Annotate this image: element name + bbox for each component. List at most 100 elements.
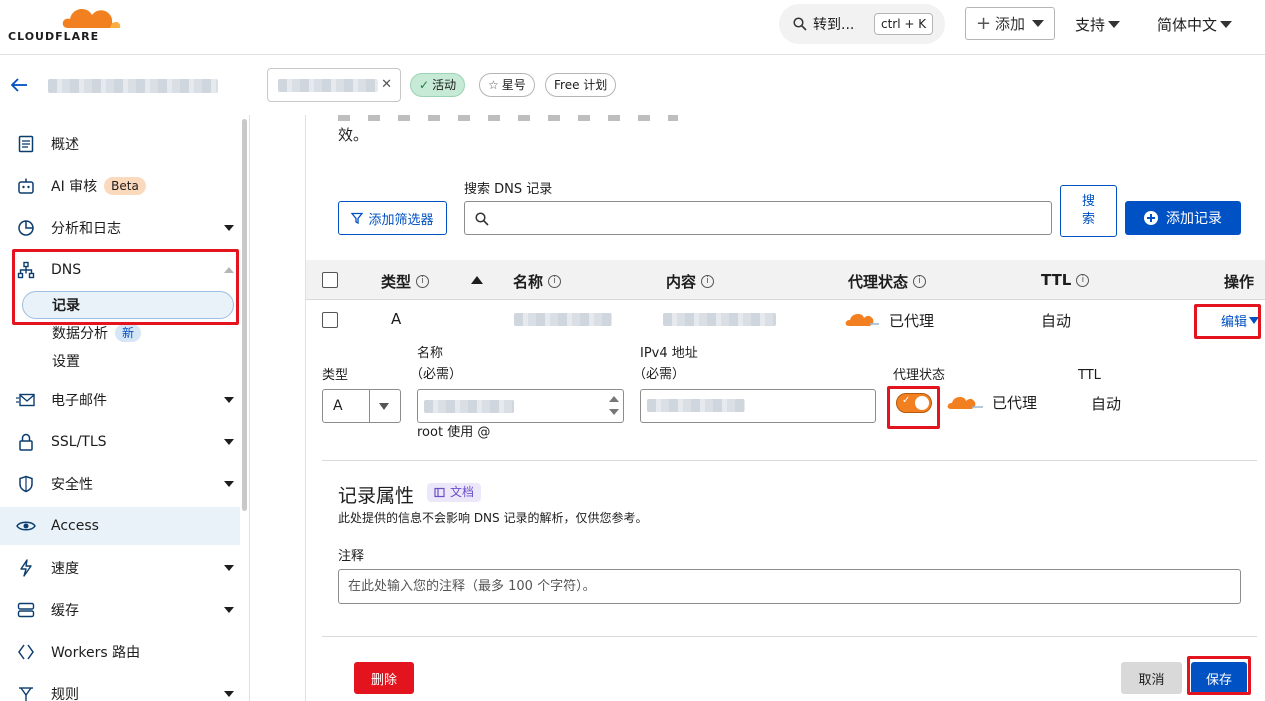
dns-search-input[interactable] — [464, 201, 1052, 235]
dns-table-header: 类型 i 名称 i 内容 i 代理状态 i TTL i 操作 — [306, 260, 1265, 300]
ipv4-required: （必需） — [633, 367, 686, 382]
chevron-down-icon — [224, 565, 234, 571]
type-select[interactable]: A — [322, 389, 401, 423]
chevron-down-icon — [224, 397, 234, 403]
workers-icon — [16, 642, 36, 662]
save-button[interactable]: 保存 — [1191, 662, 1247, 694]
sidebar-item-speed[interactable]: 速度 — [0, 549, 240, 587]
sidebar-scrollbar[interactable] — [242, 119, 247, 511]
chevron-down-icon — [224, 607, 234, 613]
col-name[interactable]: 名称 i — [513, 271, 562, 292]
sidebar-item-rules[interactable]: 规则 — [0, 675, 240, 701]
rules-icon — [16, 684, 36, 701]
sidebar-subitem-records[interactable]: 记录 — [22, 291, 234, 319]
zone-selector[interactable]: ✕ — [267, 68, 401, 102]
cancel-button[interactable]: 取消 — [1121, 662, 1182, 694]
lock-icon — [16, 432, 36, 452]
add-filter-button[interactable]: 添加筛选器 — [338, 201, 447, 235]
name-input[interactable] — [417, 389, 624, 423]
search-button[interactable]: 搜索 — [1060, 185, 1117, 237]
row-checkbox[interactable] — [322, 312, 338, 328]
add-dropdown-button[interactable]: + 添加 — [965, 7, 1055, 40]
record-attributes-description: 此处提供的信息不会影响 DNS 记录的解析，仅供您参考。 — [338, 511, 648, 525]
sidebar-item-label: 电子邮件 — [51, 393, 107, 409]
sidebar-item-label: 缓存 — [51, 603, 79, 619]
add-record-button[interactable]: 添加记录 — [1125, 201, 1241, 235]
sort-ascending-icon[interactable] — [471, 276, 483, 284]
star-button[interactable]: ☆ 星号 — [479, 73, 535, 97]
type-select-value: A — [333, 398, 343, 414]
row-ttl: 自动 — [1041, 312, 1072, 330]
chevron-down-icon — [224, 225, 234, 231]
search-icon — [475, 212, 489, 226]
sidebar-subitem-analytics[interactable]: 数据分析 新 — [22, 319, 234, 347]
info-icon[interactable]: i — [416, 275, 430, 288]
sidebar-item-label: 规则 — [51, 687, 79, 701]
select-all-checkbox[interactable] — [322, 272, 338, 288]
sidebar-item-workers-routes[interactable]: Workers 路由 — [0, 633, 240, 671]
spinner-arrows-icon[interactable] — [609, 394, 619, 418]
sidebar-item-overview[interactable]: 概述 — [0, 125, 240, 163]
info-icon[interactable]: i — [1076, 273, 1090, 287]
sidebar-item-security[interactable]: 安全性 — [0, 465, 240, 503]
star-label: 星号 — [501, 78, 526, 92]
proxy-status-label: 代理状态 — [893, 368, 946, 383]
docs-link[interactable]: 文档 — [427, 483, 482, 502]
sidebar: 概述 AI 审核 Beta 分析和日志 DNS 记录 数据分析 新 设置 电子邮… — [0, 115, 250, 701]
logo-wordmark: CLOUDFLARE — [8, 30, 100, 43]
sidebar-item-dns[interactable]: DNS — [0, 251, 240, 289]
proxied-cloud-icon — [845, 314, 879, 326]
name-required: （必需） — [410, 367, 463, 382]
edit-record-link[interactable]: 编辑 — [1221, 311, 1260, 330]
back-arrow-icon[interactable] — [10, 76, 28, 94]
proxied-cloud-icon — [947, 397, 983, 409]
sidebar-item-cache[interactable]: 缓存 — [0, 591, 240, 629]
sidebar-item-ssl[interactable]: SSL/TLS — [0, 423, 240, 461]
col-content[interactable]: 内容 i — [666, 271, 715, 292]
sidebar-item-analytics[interactable]: 分析和日志 — [0, 209, 240, 247]
sidebar-item-email[interactable]: 电子邮件 — [0, 381, 240, 419]
ipv4-input[interactable] — [640, 389, 876, 423]
info-icon[interactable]: i — [913, 275, 927, 288]
comment-input[interactable]: 在此处输入您的注释（最多 100 个字符）。 — [338, 569, 1241, 604]
col-ttl[interactable]: TTL i — [1041, 271, 1090, 289]
language-menu[interactable]: 简体中文 — [1157, 14, 1233, 35]
email-icon — [16, 390, 36, 410]
delete-button[interactable]: 删除 — [354, 662, 414, 694]
info-icon[interactable]: i — [701, 275, 715, 288]
star-icon: ☆ — [488, 78, 499, 92]
search-icon — [793, 17, 807, 31]
intro-text-cutoff — [338, 115, 678, 121]
info-icon[interactable]: i — [548, 275, 562, 288]
new-badge: 新 — [115, 324, 142, 342]
book-icon — [434, 487, 445, 498]
cloudflare-logo[interactable]: CLOUDFLARE — [8, 4, 121, 46]
chevron-down-icon — [379, 403, 389, 410]
sidebar-subitem-label: 记录 — [52, 298, 80, 314]
sidebar-subitem-settings[interactable]: 设置 — [22, 347, 234, 375]
sidebar-item-access[interactable]: Access — [0, 507, 240, 545]
proxy-toggle[interactable]: ✓ — [896, 393, 932, 413]
col-proxy-status[interactable]: 代理状态 i — [848, 271, 927, 292]
chevron-down-icon — [1108, 21, 1121, 28]
name-value-redacted — [424, 400, 514, 413]
sidebar-item-label: DNS — [51, 262, 82, 278]
add-record-label: 添加记录 — [1166, 211, 1222, 227]
col-proxy-label: 代理状态 — [848, 273, 909, 291]
ttl-label: TTL — [1078, 368, 1101, 383]
sidebar-item-label: AI 审核 — [51, 179, 98, 195]
name-label: 名称 — [417, 346, 444, 361]
chevron-up-icon — [224, 267, 234, 273]
ipv4-label: IPv4 地址 — [640, 346, 698, 361]
shortcut-hint: ctrl + K — [874, 13, 934, 35]
col-type[interactable]: 类型 i — [381, 271, 430, 292]
sidebar-item-ai-audit[interactable]: AI 审核 Beta — [0, 167, 240, 205]
close-icon[interactable]: ✕ — [381, 77, 392, 92]
table-row[interactable]: A 已代理 自动 — [306, 300, 1265, 340]
filter-icon — [351, 212, 364, 224]
support-menu[interactable]: 支持 — [1075, 14, 1121, 35]
beta-badge: Beta — [104, 177, 146, 195]
chevron-down-icon — [1220, 21, 1233, 28]
plan-badge[interactable]: Free 计划 — [545, 73, 617, 97]
ttl-value: 自动 — [1091, 395, 1122, 413]
